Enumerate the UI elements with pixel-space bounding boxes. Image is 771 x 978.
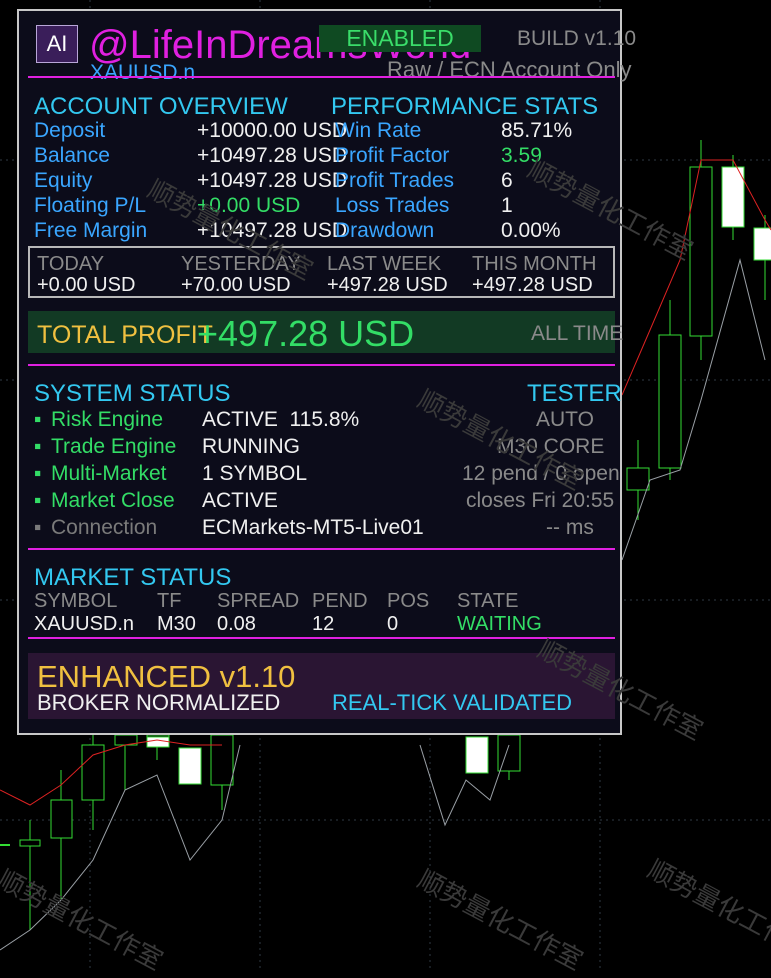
market-row-pos: 0 [387, 613, 399, 635]
trade-engine-value: RUNNING [202, 435, 300, 458]
market-status-title: MARKET STATUS [34, 564, 232, 591]
win-rate-value: 85.71% [501, 119, 573, 142]
total-divider [28, 364, 615, 366]
account-overview-title: ACCOUNT OVERVIEW [34, 93, 288, 120]
deposit-value: +10000.00 USD [197, 119, 348, 142]
total-profit-value: +497.28 USD [197, 313, 415, 354]
free-margin-label: Free Margin [34, 219, 148, 242]
floating-pl-label: Floating P/L [34, 194, 147, 217]
ai-badge[interactable]: AI [36, 25, 78, 63]
drawdown-value: 0.00% [501, 219, 561, 242]
profit-trades-value: 6 [501, 169, 513, 192]
profit-factor-label: Profit Factor [335, 144, 450, 167]
period-today-label: TODAY [37, 253, 105, 275]
market-close-time: closes Fri 20:55 [466, 489, 615, 512]
risk-engine-value: ACTIVE 115.8% [202, 408, 360, 431]
account-note: Raw / ECN Account Only [387, 57, 632, 82]
market-row-pend: 12 [312, 613, 335, 635]
loss-trades-value: 1 [501, 194, 513, 217]
total-profit-label: TOTAL PROFIT [37, 321, 213, 349]
col-state: STATE [457, 590, 519, 612]
drawdown-label: Drawdown [335, 219, 435, 242]
total-profit-period: ALL TIME [531, 322, 624, 345]
connection-latency: -- ms [546, 516, 594, 539]
profit-trades-label: Profit Trades [335, 169, 455, 192]
multi-market-label: Multi-Market [51, 462, 167, 485]
period-last-week-label: LAST WEEK [327, 253, 442, 275]
connection-value: ECMarkets-MT5-Live01 [202, 516, 424, 539]
dashboard-panel: AI @LifeInDreamsWorld ENABLED BUILD v1.1… [17, 9, 636, 735]
system-divider [28, 548, 615, 550]
market-close-label: Market Close [51, 489, 175, 512]
win-rate-label: Win Rate [335, 119, 422, 142]
period-this-month-value: +497.28 USD [472, 274, 593, 296]
header-divider [28, 76, 615, 78]
balance-value: +10497.28 USD [197, 144, 348, 167]
col-pos: POS [387, 590, 430, 612]
risk-engine-mode: AUTO [536, 408, 594, 431]
market-row-spread: 0.08 [217, 613, 256, 635]
real-tick-validated-label: REAL-TICK VALIDATED [332, 690, 573, 715]
loss-trades-label: Loss Trades [335, 194, 450, 217]
market-row-state: WAITING [457, 613, 542, 635]
col-pend: PEND [312, 590, 368, 612]
risk-engine-bullet: ▪ [34, 408, 42, 431]
risk-engine-label: Risk Engine [51, 408, 164, 431]
col-tf: TF [157, 590, 182, 612]
market-close-value: ACTIVE [202, 489, 278, 512]
col-symbol: SYMBOL [34, 590, 118, 612]
col-spread: SPREAD [217, 590, 300, 612]
build-label: BUILD v1.10 [517, 27, 637, 50]
market-row-symbol[interactable]: XAUUSD.n [34, 613, 134, 636]
trade-engine-bullet: ▪ [34, 435, 42, 458]
performance-stats-title: PERFORMANCE STATS [331, 93, 599, 120]
system-status-title: SYSTEM STATUS [34, 380, 231, 407]
period-yesterday-value: +70.00 USD [181, 274, 291, 296]
connection-bullet: ▪ [34, 516, 42, 539]
broker-normalized-label: BROKER NORMALIZED [37, 690, 281, 715]
market-divider [28, 637, 615, 639]
period-last-week-value: +497.28 USD [327, 274, 448, 296]
multi-market-bullet: ▪ [34, 462, 42, 485]
connection-label: Connection [51, 516, 158, 539]
enabled-badge[interactable]: ENABLED [319, 25, 481, 52]
tester-label: TESTER [527, 380, 622, 407]
multi-market-value: 1 SYMBOL [202, 462, 308, 485]
equity-value: +10497.28 USD [197, 169, 348, 192]
balance-label: Balance [34, 144, 110, 167]
market-row-tf: M30 [157, 613, 196, 635]
deposit-label: Deposit [34, 119, 106, 142]
trade-engine-label: Trade Engine [51, 435, 177, 458]
market-close-bullet: ▪ [34, 489, 42, 512]
equity-label: Equity [34, 169, 93, 192]
period-today-value: +0.00 USD [37, 274, 136, 296]
period-this-month-label: THIS MONTH [472, 253, 597, 275]
symbol-label: XAUUSD.n [90, 61, 196, 84]
